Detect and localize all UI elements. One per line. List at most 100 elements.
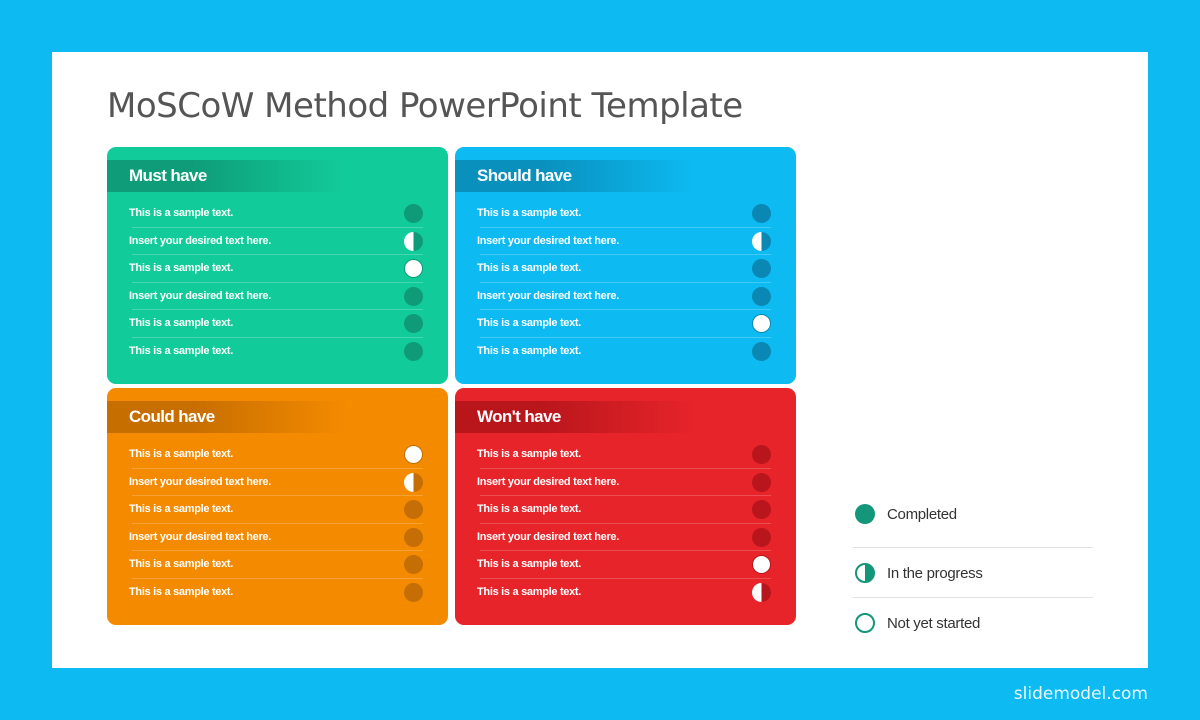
filled-circle-icon <box>752 204 771 223</box>
half-circle-icon <box>855 563 875 583</box>
card-title: Could have <box>129 407 215 426</box>
list-item: This is a sample text. <box>107 255 448 283</box>
list-item: Insert your desired text here. <box>107 524 448 551</box>
item-text: This is a sample text. <box>129 262 234 274</box>
slide: MoSCoW Method PowerPoint Template Must h… <box>52 52 1148 668</box>
card-wont-have: Won't have This is a sample text. Insert … <box>455 388 796 625</box>
empty-circle-icon <box>752 314 771 333</box>
item-text: This is a sample text. <box>477 262 582 274</box>
item-list: This is a sample text. Insert your desire… <box>455 200 796 365</box>
list-item: This is a sample text. <box>455 441 796 469</box>
brand-watermark: slidemodel.com <box>1013 684 1148 704</box>
item-text: Insert your desired text here. <box>129 475 271 488</box>
card-should-have: Should have This is a sample text. Insert… <box>455 147 796 384</box>
legend-item-completed: Completed <box>853 498 1093 547</box>
list-item: This is a sample text. <box>107 200 448 228</box>
filled-circle-icon <box>404 204 423 223</box>
list-item: This is a sample text. <box>455 579 796 607</box>
filled-circle-icon <box>752 341 771 361</box>
half-circle-icon <box>752 582 771 602</box>
empty-circle-icon <box>752 555 771 574</box>
card-title: Won't have <box>477 407 561 426</box>
legend-label: In the progress <box>887 565 983 582</box>
list-item: This is a sample text. <box>455 310 796 338</box>
item-text: This is a sample text. <box>129 448 234 460</box>
filled-circle-icon <box>752 445 771 464</box>
item-text: Insert your desired text here. <box>129 530 271 543</box>
filled-circle-icon <box>855 504 875 524</box>
half-circle-icon <box>752 231 771 251</box>
slide-title: MoSCoW Method PowerPoint Template <box>107 86 743 126</box>
filled-circle-icon <box>404 582 423 602</box>
filled-circle-icon <box>404 527 423 547</box>
list-item: This is a sample text. <box>107 338 448 366</box>
card-title: Must have <box>129 166 207 185</box>
list-item: This is a sample text. <box>455 496 796 524</box>
item-text: This is a sample text. <box>129 585 234 598</box>
list-item: This is a sample text. <box>107 551 448 579</box>
list-item: This is a sample text. <box>107 310 448 338</box>
filled-circle-icon <box>404 500 423 519</box>
list-item: This is a sample text. <box>455 200 796 228</box>
list-item: Insert your desired text here. <box>455 228 796 255</box>
card-could-have: Could have This is a sample text. Insert … <box>107 388 448 625</box>
filled-circle-icon <box>404 555 423 574</box>
list-item: This is a sample text. <box>107 579 448 607</box>
filled-circle-icon <box>404 286 423 306</box>
list-item: Insert your desired text here. <box>455 469 796 496</box>
list-item: Insert your desired text here. <box>455 283 796 310</box>
card-header: Should have <box>455 160 796 192</box>
list-item: Insert your desired text here. <box>107 228 448 255</box>
item-list: This is a sample text. Insert your desire… <box>107 441 448 606</box>
item-text: This is a sample text. <box>477 207 582 219</box>
item-text: Insert your desired text here. <box>129 234 271 247</box>
item-text: This is a sample text. <box>477 344 582 357</box>
card-header: Could have <box>107 401 448 433</box>
item-text: This is a sample text. <box>477 503 582 515</box>
list-item: This is a sample text. <box>107 496 448 524</box>
item-text: This is a sample text. <box>129 558 234 570</box>
list-item: Insert your desired text here. <box>107 283 448 310</box>
card-header: Must have <box>107 160 448 192</box>
filled-circle-icon <box>752 472 771 492</box>
filled-circle-icon <box>752 286 771 306</box>
filled-circle-icon <box>752 500 771 519</box>
item-text: This is a sample text. <box>477 558 582 570</box>
item-list: This is a sample text. Insert your desire… <box>455 441 796 606</box>
half-circle-icon <box>404 231 423 251</box>
item-text: Insert your desired text here. <box>477 289 619 302</box>
list-item: This is a sample text. <box>455 338 796 366</box>
item-text: Insert your desired text here. <box>477 530 619 543</box>
item-text: This is a sample text. <box>129 503 234 515</box>
card-title: Should have <box>477 166 572 185</box>
legend-label: Completed <box>887 506 957 523</box>
status-legend: Completed In the progress Not yet starte… <box>853 498 1093 647</box>
filled-circle-icon <box>752 259 771 278</box>
item-text: This is a sample text. <box>477 448 582 460</box>
list-item: This is a sample text. <box>455 255 796 283</box>
list-item: Insert your desired text here. <box>455 524 796 551</box>
item-text: Insert your desired text here. <box>477 234 619 247</box>
empty-circle-icon <box>404 259 423 278</box>
empty-circle-icon <box>855 613 875 633</box>
card-must-have: Must have This is a sample text. Insert y… <box>107 147 448 384</box>
empty-circle-icon <box>404 445 423 464</box>
filled-circle-icon <box>404 341 423 361</box>
card-header: Won't have <box>455 401 796 433</box>
list-item: Insert your desired text here. <box>107 469 448 496</box>
list-item: This is a sample text. <box>455 551 796 579</box>
filled-circle-icon <box>752 527 771 547</box>
list-item: This is a sample text. <box>107 441 448 469</box>
filled-circle-icon <box>404 314 423 333</box>
item-text: This is a sample text. <box>477 585 582 598</box>
item-text: This is a sample text. <box>129 317 234 329</box>
half-circle-icon <box>404 472 423 492</box>
legend-item-not-started: Not yet started <box>853 597 1093 647</box>
legend-item-in-progress: In the progress <box>853 547 1093 597</box>
item-text: This is a sample text. <box>477 317 582 329</box>
item-text: This is a sample text. <box>129 207 234 219</box>
legend-label: Not yet started <box>887 615 981 632</box>
item-text: Insert your desired text here. <box>129 289 271 302</box>
item-list: This is a sample text. Insert your desire… <box>107 200 448 365</box>
item-text: Insert your desired text here. <box>477 475 619 488</box>
